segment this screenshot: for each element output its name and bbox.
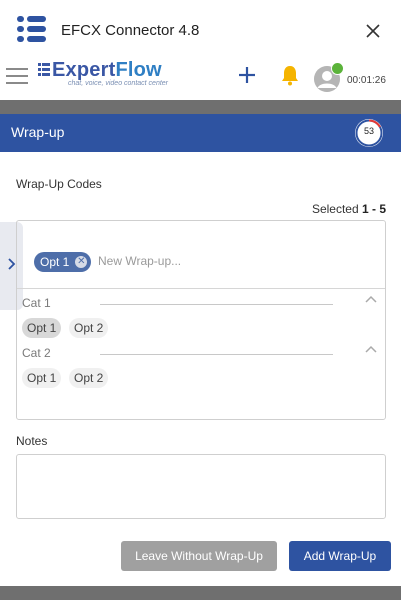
call-timer: 00:01:26 bbox=[347, 75, 386, 86]
divider-bar bbox=[0, 100, 401, 114]
remove-chip-icon[interactable]: ✕ bbox=[75, 256, 88, 268]
bell-icon[interactable] bbox=[280, 64, 300, 86]
add-wrapup-button[interactable]: Add Wrap-Up bbox=[289, 541, 391, 571]
selected-chip[interactable]: Opt 1 ✕ bbox=[34, 252, 92, 272]
notes-label: Notes bbox=[16, 434, 48, 448]
selected-count-prefix: Selected bbox=[311, 202, 362, 216]
wrapup-codes-label: Wrap-Up Codes bbox=[16, 177, 102, 191]
app-header: ExpertFlow chat, voice, video contact ce… bbox=[0, 59, 401, 100]
title-bar: EFCX Connector 4.8 bbox=[0, 0, 401, 60]
app-title: EFCX Connector 4.8 bbox=[61, 22, 200, 39]
selected-count: Selected 1 - 5 bbox=[312, 202, 386, 216]
footer-bar bbox=[0, 586, 401, 600]
option-chip[interactable]: Opt 1 bbox=[22, 318, 62, 338]
brand-name-part2: Flow bbox=[115, 59, 162, 81]
selected-chip-label: Opt 1 bbox=[40, 255, 70, 269]
category-label: Cat 1 bbox=[22, 296, 51, 310]
brand-tagline: chat, voice, video contact center bbox=[68, 80, 168, 87]
chevron-up-icon[interactable] bbox=[364, 294, 378, 304]
selected-count-value: 1 - 5 bbox=[361, 202, 386, 216]
category-divider bbox=[100, 354, 333, 355]
countdown-value: 53 bbox=[363, 126, 374, 136]
chevron-up-icon[interactable] bbox=[364, 344, 378, 354]
option-chip[interactable]: Opt 2 bbox=[69, 368, 109, 388]
notes-field[interactable] bbox=[16, 454, 386, 519]
new-wrapup-input[interactable] bbox=[98, 254, 298, 268]
option-chip[interactable]: Opt 2 bbox=[69, 318, 109, 338]
brand-mark-icon bbox=[38, 63, 50, 76]
wrapup-title: Wrap-up bbox=[11, 124, 65, 140]
brand-logo: ExpertFlow chat, voice, video contact ce… bbox=[38, 59, 168, 92]
wrapup-codes-box: Opt 1 ✕ Cat 1 Opt 1 Opt 2 Cat 2 Opt 1 Op… bbox=[16, 220, 386, 420]
add-icon[interactable] bbox=[236, 64, 258, 86]
category-divider bbox=[100, 304, 333, 305]
option-chip[interactable]: Opt 1 bbox=[22, 368, 62, 388]
close-icon[interactable] bbox=[362, 20, 384, 42]
leave-without-wrapup-button[interactable]: Leave Without Wrap-Up bbox=[121, 541, 277, 571]
menu-icon[interactable] bbox=[6, 68, 28, 86]
agent-status-indicator bbox=[331, 62, 344, 75]
codes-divider bbox=[17, 288, 385, 289]
wrapup-header: Wrap-up 53 bbox=[0, 114, 401, 152]
brand-name: ExpertFlow bbox=[52, 59, 162, 82]
brand-name-part1: Expert bbox=[52, 59, 116, 81]
category-label: Cat 2 bbox=[22, 346, 51, 360]
app-logo-icon bbox=[17, 16, 46, 42]
